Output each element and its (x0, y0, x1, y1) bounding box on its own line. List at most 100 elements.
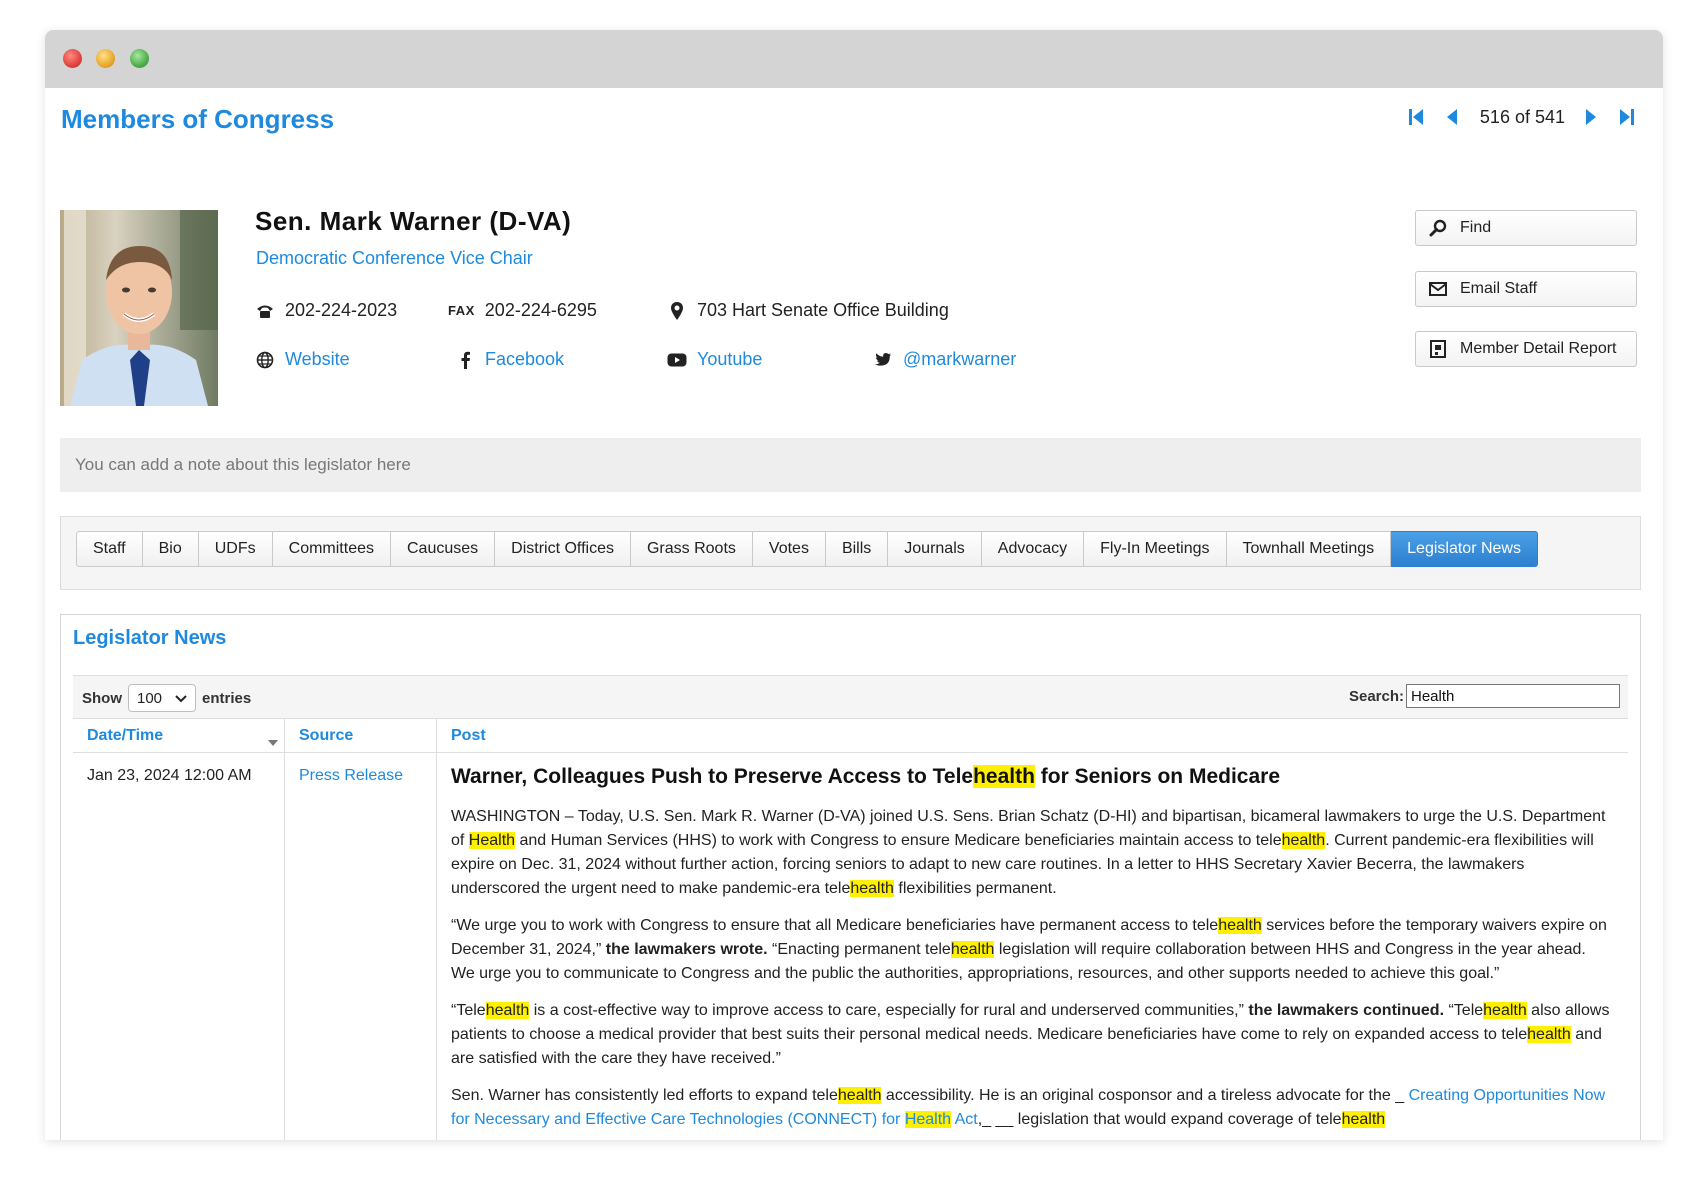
search-input[interactable] (1406, 684, 1620, 708)
column-header-post[interactable]: Post (437, 719, 1628, 752)
row-source-link[interactable]: Press Release (299, 767, 403, 784)
search-highlight: health (837, 1087, 882, 1104)
first-record-icon[interactable] (1406, 105, 1426, 129)
search-control: Search: (1349, 684, 1620, 708)
post-text: “Tele (1444, 1002, 1484, 1019)
tab-fly-in-meetings[interactable]: Fly-In Meetings (1084, 531, 1227, 567)
tab-committees[interactable]: Committees (272, 531, 391, 567)
email-staff-button[interactable]: Email Staff (1415, 271, 1637, 307)
tab-bills[interactable]: Bills (825, 531, 889, 567)
member-name: Sen. Mark Warner (D-VA) (255, 206, 572, 236)
show-entries-control: Show 100 entries (82, 684, 251, 712)
search-highlight: health (950, 941, 995, 958)
tab-journals[interactable]: Journals (888, 531, 982, 567)
website-info: Website (255, 349, 350, 370)
record-pager: 516 of 541 (1390, 105, 1637, 129)
search-highlight: health (1281, 832, 1326, 849)
member-detail-report-label: Member Detail Report (1460, 340, 1617, 357)
tab-staff[interactable]: Staff (76, 531, 143, 567)
post-title-highlight: health (973, 765, 1035, 788)
legislator-note-field[interactable]: You can add a note about this legislator… (60, 438, 1641, 492)
entries-select[interactable]: 100 (128, 684, 196, 712)
address-info: 703 Hart Senate Office Building (667, 300, 949, 321)
facebook-link[interactable]: Facebook (485, 349, 564, 370)
phone-info: 202-224-2023 (255, 300, 397, 321)
find-button[interactable]: Find (1415, 210, 1637, 246)
column-header-date-label: Date/Time (87, 726, 164, 744)
column-header-source[interactable]: Source (285, 719, 437, 752)
tab-legislator-news[interactable]: Legislator News (1391, 531, 1538, 567)
search-highlight: health (1527, 1026, 1571, 1043)
minimize-window-button[interactable] (96, 49, 115, 68)
tab-district-offices[interactable]: District Offices (495, 531, 631, 567)
sort-desc-icon (268, 733, 278, 751)
fax-info: FAX 202-224-6295 (448, 300, 597, 321)
post-text: ,_ __ legislation that would expand cove… (977, 1111, 1342, 1128)
panel-title: Legislator News (73, 627, 227, 649)
close-window-button[interactable] (63, 49, 82, 68)
post-bold-text: the lawmakers wrote. (601, 941, 768, 958)
tab-grass-roots[interactable]: Grass Roots (630, 531, 753, 567)
post-title-text: for Seniors on Medicare (1034, 765, 1281, 788)
column-header-source-label: Source (299, 726, 354, 744)
envelope-icon (1428, 279, 1448, 299)
last-record-icon[interactable] (1617, 105, 1637, 129)
fax-number: 202-224-6295 (484, 300, 597, 320)
twitter-icon (873, 350, 893, 370)
member-photo (60, 210, 218, 406)
fax-label: FAX (448, 303, 475, 318)
table-row: Jan 23, 2024 12:00 AM Press Release Warn… (73, 753, 1628, 1140)
post-text: accessibility. He is an original cospons… (881, 1087, 1409, 1104)
website-link[interactable]: Website (285, 349, 350, 370)
entries-select-value: 100 (137, 689, 163, 707)
browser-window: Members of Congress 516 of 541 Sen. Mark… (45, 30, 1663, 1140)
search-highlight: health (1341, 1111, 1386, 1128)
row-post: Warner, Colleagues Push to Preserve Acce… (437, 753, 1628, 1140)
post-paragraph-1: WASHINGTON – Today, U.S. Sen. Mark R. Wa… (451, 805, 1614, 901)
post-paragraph-4: Sen. Warner has consistently led efforts… (451, 1084, 1614, 1132)
tab-townhall-meetings[interactable]: Townhall Meetings (1226, 531, 1392, 567)
youtube-link[interactable]: Youtube (697, 349, 762, 370)
globe-icon (255, 350, 275, 370)
post-text: Sen. Warner has consistently led efforts… (451, 1087, 838, 1104)
post-text: “We urge you to work with Congress to en… (451, 917, 1219, 934)
search-highlight: health (1483, 1002, 1527, 1019)
email-staff-button-label: Email Staff (1460, 280, 1538, 297)
report-icon (1428, 339, 1448, 359)
twitter-info: @markwarner (873, 349, 1016, 370)
search-highlight: health (1218, 917, 1262, 934)
tab-caucuses[interactable]: Caucuses (391, 531, 496, 567)
search-label: Search: (1348, 687, 1404, 705)
show-label: Show (82, 689, 122, 707)
previous-record-icon[interactable] (1442, 105, 1462, 129)
tab-bar: Staff Bio UDFs Committees Caucuses District O… (60, 516, 1641, 590)
phone-icon (255, 301, 275, 321)
link-text: Act (951, 1111, 978, 1128)
next-record-icon[interactable] (1581, 105, 1601, 129)
post-title: Warner, Colleagues Push to Preserve Acce… (451, 765, 1614, 789)
twitter-link[interactable]: @markwarner (903, 349, 1016, 370)
phone-number: 202-224-2023 (285, 300, 398, 320)
post-paragraph-3: “Telehealth is a cost-effective way to i… (451, 999, 1614, 1071)
column-header-date[interactable]: Date/Time (73, 719, 285, 752)
maximize-window-button[interactable] (130, 49, 149, 68)
page-title: Members of Congress (61, 104, 335, 134)
record-position: 516 of 541 (1479, 106, 1565, 127)
row-source-cell: Press Release (285, 753, 437, 1140)
tab-udfs[interactable]: UDFs (198, 531, 273, 567)
post-text: flexibilities permanent. (893, 880, 1057, 897)
table-toolbar: Show 100 entries Search: (73, 675, 1628, 719)
youtube-icon (667, 350, 687, 370)
tab-votes[interactable]: Votes (752, 531, 826, 567)
post-text: “Enacting permanent tele (767, 941, 951, 958)
youtube-info: Youtube (667, 349, 762, 370)
post-text: “Tele (451, 1002, 486, 1019)
member-detail-report-button[interactable]: Member Detail Report (1415, 331, 1637, 367)
member-role-link[interactable]: Democratic Conference Vice Chair (256, 248, 533, 269)
find-button-label: Find (1460, 219, 1492, 236)
search-highlight: health (850, 880, 894, 897)
tab-bio[interactable]: Bio (142, 531, 199, 567)
search-highlight: Health (468, 832, 516, 849)
tab-advocacy[interactable]: Advocacy (981, 531, 1085, 567)
office-address: 703 Hart Senate Office Building (697, 300, 949, 320)
